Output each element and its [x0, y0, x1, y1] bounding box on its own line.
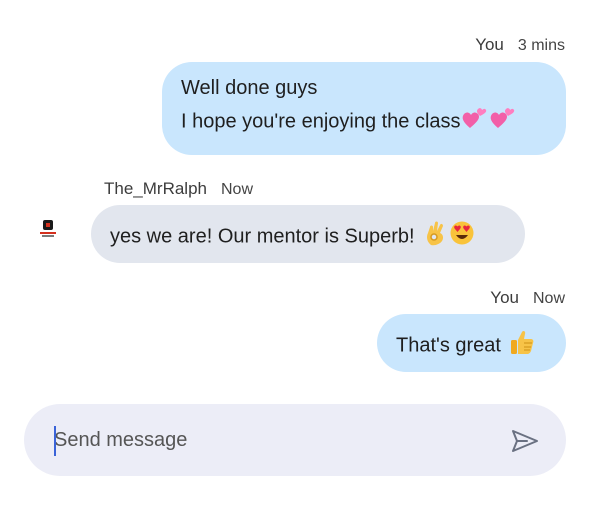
message-3-bubble[interactable]: That's great	[377, 314, 566, 372]
message-1-meta: You 3 mins	[475, 35, 565, 55]
send-icon	[512, 430, 538, 452]
message-2-time: Now	[221, 181, 254, 198]
thumbs-up-emoji-icon	[509, 329, 535, 363]
message-input[interactable]	[54, 424, 474, 456]
avatar[interactable]	[40, 220, 56, 238]
text-caret	[54, 426, 56, 456]
message-3-meta: You Now	[490, 288, 565, 308]
message-2-author: The_MrRalph	[104, 179, 207, 198]
message-2-meta: The_MrRalph Now	[104, 179, 253, 199]
message-1-line-1: Well done guys	[181, 77, 318, 99]
message-composer	[24, 404, 566, 476]
message-3-author: You	[490, 288, 519, 307]
ok-hand-emoji-icon	[424, 220, 448, 254]
message-2-text: yes we are! Our mentor is Superb!	[110, 225, 415, 248]
message-1-line-2: I hope you're enjoying the class	[181, 110, 461, 133]
chat-screen: { "messages": [ { "author": "You", "time…	[0, 0, 591, 505]
message-3-text: That's great	[396, 334, 501, 357]
two-hearts-emoji-icon	[489, 106, 515, 138]
message-3-time: Now	[532, 290, 565, 307]
message-1-bubble[interactable]: Well done guys I hope you're enjoying th…	[162, 62, 566, 155]
message-1-time: 3 mins	[517, 37, 565, 54]
two-hearts-emoji-icon	[461, 106, 487, 138]
message-2-bubble[interactable]: yes we are! Our mentor is Superb!	[91, 205, 525, 263]
mrralph-logo-icon	[40, 220, 56, 237]
send-button[interactable]	[510, 426, 540, 456]
message-1-author: You	[475, 35, 504, 54]
heart-eyes-emoji-icon	[450, 221, 474, 253]
